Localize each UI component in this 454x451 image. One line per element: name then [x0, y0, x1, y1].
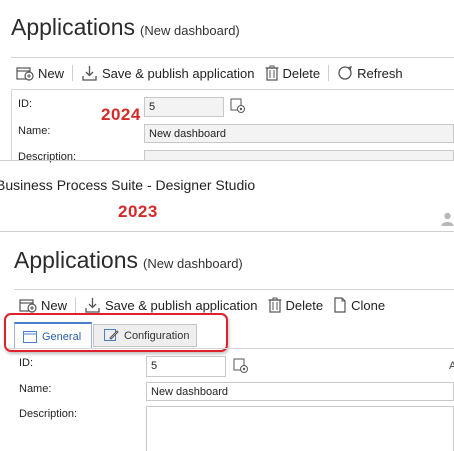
publish-icon — [85, 297, 100, 313]
id-settings-icon[interactable] — [230, 98, 246, 119]
name-field[interactable]: New dashboard — [146, 382, 454, 401]
name-label: Name: — [18, 125, 51, 137]
id-label: ID: — [19, 357, 34, 369]
delete-button-label: Delete — [282, 65, 321, 81]
new-button-label: New — [41, 297, 68, 313]
new-button-label: New — [38, 65, 65, 81]
publish-icon — [82, 65, 97, 81]
window-title: Business Process Suite - Designer Studio — [0, 177, 256, 193]
tab-configuration[interactable]: Configuration — [93, 324, 197, 347]
refresh-icon — [338, 66, 353, 80]
tab-configuration-label: Configuration — [124, 329, 190, 342]
clone-button-label: Clone — [351, 297, 386, 313]
description-field[interactable] — [146, 406, 454, 451]
tab-general[interactable]: General — [14, 322, 92, 349]
tab-general-label: General — [42, 330, 82, 343]
form-left-border — [11, 89, 12, 160]
trash-icon — [268, 297, 282, 313]
toolbar-separator — [72, 65, 74, 81]
save-publish-button[interactable]: Save & publish application — [84, 297, 258, 314]
toolbar-separator — [75, 297, 77, 313]
clone-button[interactable]: Clone — [333, 297, 385, 313]
delete-button[interactable]: Delete — [265, 65, 321, 81]
save-publish-button[interactable]: Save & publish application — [81, 65, 255, 82]
year-label-2024: 2024 — [101, 105, 141, 124]
trash-icon — [265, 65, 279, 81]
user-icon[interactable] — [441, 212, 454, 231]
id-field[interactable]: 5 — [146, 356, 226, 377]
page-title: Applications (New dashboard) — [14, 247, 243, 274]
page-subtitle: (New dashboard) — [140, 23, 240, 38]
toolbar: New Save & publish application Delete Re… — [16, 63, 403, 83]
page-title-text: Applications — [14, 247, 139, 273]
toolbar-bottom-border — [11, 89, 454, 90]
id-label: ID: — [18, 98, 33, 110]
name-label: Name: — [19, 383, 52, 395]
name-field[interactable]: New dashboard — [144, 124, 454, 143]
year-label-2023: 2023 — [118, 202, 158, 221]
field-edge-marker: A — [449, 360, 454, 372]
new-button[interactable]: New — [16, 65, 64, 81]
toolbar: New Save & publish application Delete Cl… — [19, 295, 385, 315]
window-icon — [23, 330, 37, 343]
tab-panel-border — [8, 348, 454, 349]
refresh-button[interactable]: Refresh — [337, 65, 403, 81]
page-title: Applications (New dashboard) — [11, 14, 240, 41]
id-field[interactable]: 5 — [144, 97, 224, 117]
description-field[interactable] — [144, 150, 454, 160]
new-document-icon — [16, 67, 34, 81]
section-2023: Business Process Suite - Designer Studio… — [0, 161, 454, 451]
toolbar-top-border — [14, 289, 454, 290]
page-subtitle: (New dashboard) — [143, 256, 243, 271]
page-title-text: Applications — [11, 14, 136, 40]
save-publish-button-label: Save & publish application — [105, 297, 258, 313]
section-2024: Applications (New dashboard) New Save & p… — [0, 0, 454, 163]
refresh-button-label: Refresh — [357, 65, 403, 81]
delete-button-label: Delete — [285, 297, 324, 313]
edit-icon — [104, 329, 119, 341]
toolbar-separator — [328, 65, 330, 81]
delete-button[interactable]: Delete — [268, 297, 324, 313]
id-settings-icon[interactable] — [233, 358, 249, 379]
header-border — [0, 231, 454, 232]
description-label: Description: — [19, 408, 78, 420]
clone-icon — [334, 297, 346, 313]
save-publish-button-label: Save & publish application — [102, 65, 255, 81]
new-button[interactable]: New — [19, 297, 67, 313]
new-document-icon — [19, 299, 37, 313]
toolbar-top-border — [11, 57, 454, 58]
